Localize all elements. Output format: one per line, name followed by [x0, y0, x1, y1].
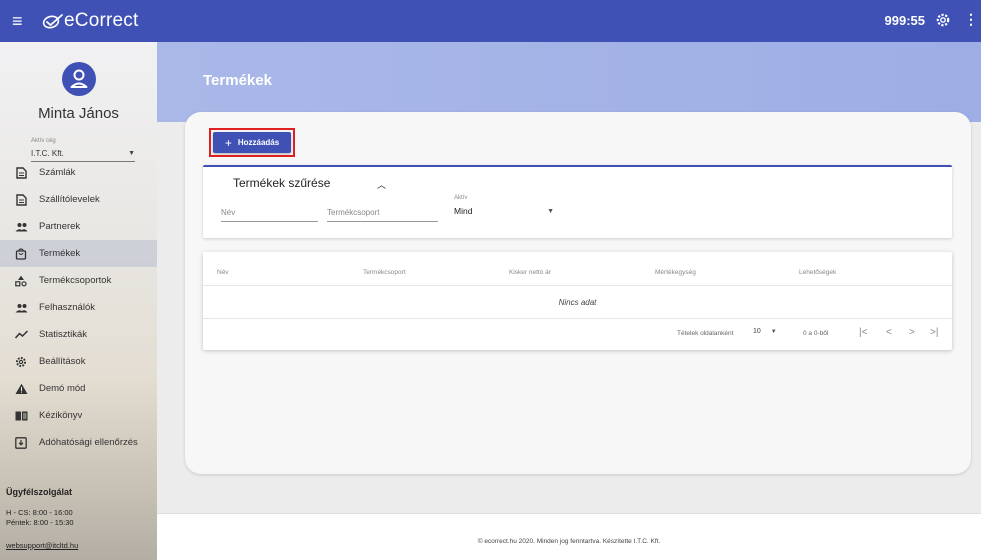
sidebar-item-label: Statisztikák [39, 329, 88, 340]
pagination-range: 0 a 0-ből [803, 330, 829, 337]
rows-per-page-label: Tételek oldalanként [677, 330, 734, 337]
sidebar-item-label: Kézikönyv [39, 410, 83, 421]
first-page-icon[interactable]: |< [859, 327, 867, 338]
document-icon [14, 193, 28, 207]
support-title: Ügyfélszolgálat [6, 487, 73, 497]
sidebar-item-partnerek[interactable]: Partnerek [0, 213, 157, 240]
footer-text: © ecorrect.hu 2020. Minden jog fenntartv… [477, 538, 661, 545]
sidebar-item-label: Partnerek [39, 221, 81, 232]
chevron-down-icon: ▼ [770, 328, 777, 335]
support-email-link[interactable]: websupport@itcltd.hu [6, 541, 78, 550]
sidebar-item-label: Beállítások [39, 356, 86, 367]
main-content: Termékek + Hozzáadás Termékek szűrése ︿ … [157, 42, 981, 560]
column-header[interactable]: Termékcsoport [363, 269, 406, 276]
name-filter-input[interactable]: Név [221, 208, 318, 222]
company-value: I.T.C. Kft. [31, 149, 64, 158]
sidebar-item-label: Termékek [39, 248, 81, 259]
column-header[interactable]: Mértékegység [655, 269, 696, 276]
gear-icon[interactable] [933, 10, 953, 30]
sidebar-item-adohatosagi-ellenorzes[interactable]: Adóhatósági ellenőrzés [0, 429, 157, 456]
active-filter-select[interactable]: Mind ▼ [454, 204, 554, 218]
app-name: eCorrect [64, 10, 139, 31]
footer: © ecorrect.hu 2020. Minden jog fenntartv… [157, 513, 981, 560]
sidebar-item-termekcsoportok[interactable]: Termékcsoportok [0, 267, 157, 294]
sidebar-item-label: Számlák [39, 167, 76, 178]
page-title: Termékek [203, 72, 272, 89]
sidebar-item-termekek[interactable]: Termékek [0, 240, 157, 267]
bag-icon [14, 247, 28, 261]
hamburger-icon[interactable]: ≡ [12, 12, 32, 30]
chevron-up-icon[interactable]: ︿ [377, 178, 386, 191]
more-vertical-icon[interactable]: ⋮ [964, 11, 978, 28]
sidebar-item-szallitolevelek[interactable]: Szállítólevelek [0, 186, 157, 213]
user-name: Minta János [38, 105, 119, 122]
session-timer: 999:55 [884, 13, 925, 28]
app-logo[interactable]: eCorrect [42, 10, 138, 32]
inbox-icon [14, 436, 28, 450]
add-button[interactable]: + Hozzáadás [213, 132, 291, 153]
filter-title: Termékek szűrése [233, 176, 331, 190]
sidebar-item-label: Szállítólevelek [39, 194, 100, 205]
column-header[interactable]: Kisker nettó ár [509, 269, 551, 276]
add-button-label: Hozzáadás [237, 138, 280, 147]
next-page-icon[interactable]: > [909, 327, 915, 338]
support-hours-weekdays: H - CS: 8:00 - 16:00 [6, 508, 73, 517]
header-band [157, 42, 981, 122]
sidebar: Minta János Aktív cég I.T.C. Kft. ▼ Szám… [0, 42, 157, 560]
sidebar-item-demo-mod[interactable]: Demó mód [0, 375, 157, 402]
avatar-icon[interactable] [62, 62, 96, 96]
chevron-down-icon: ▼ [547, 207, 554, 215]
sidebar-item-label: Demó mód [39, 383, 86, 394]
company-label: Aktív cég [31, 138, 56, 144]
prev-page-icon[interactable]: < [886, 327, 892, 338]
rows-per-page-select[interactable]: 10 ▼ [753, 328, 777, 335]
content-card: + Hozzáadás Termékek szűrése ︿ Név Termé… [185, 112, 971, 474]
divider [203, 318, 952, 319]
people-icon [14, 220, 28, 234]
warning-icon [14, 382, 28, 396]
plus-icon: + [224, 135, 232, 150]
last-page-icon[interactable]: >| [930, 327, 938, 338]
sidebar-item-kezikonyv[interactable]: Kézikönyv [0, 402, 157, 429]
sidebar-item-label: Adóhatósági ellenőrzés [39, 437, 138, 448]
people-icon [14, 301, 28, 315]
gear-icon [14, 355, 28, 369]
sidebar-nav: Számlák Szállítólevelek Partnerek Termék… [0, 159, 157, 456]
products-table: Név Termékcsoport Kisker nettó ár Mérték… [203, 252, 952, 350]
column-header[interactable]: Név [217, 269, 229, 276]
sidebar-item-felhasznalok[interactable]: Felhasználók [0, 294, 157, 321]
sidebar-item-label: Termékcsoportok [39, 275, 112, 286]
add-button-highlight: + Hozzáadás [209, 128, 295, 157]
support-hours-friday: Péntek: 8:00 - 15:30 [6, 518, 74, 527]
chevron-down-icon: ▼ [128, 150, 135, 157]
book-icon [14, 409, 28, 423]
filter-panel: Termékek szűrése ︿ Név Termékcsoport Akt… [203, 165, 952, 238]
sidebar-item-statisztikak[interactable]: Statisztikák [0, 321, 157, 348]
rows-per-page-value: 10 [753, 328, 761, 335]
category-icon [14, 274, 28, 288]
group-filter-input[interactable]: Termékcsoport [327, 208, 438, 222]
divider [203, 285, 952, 286]
active-filter-value: Mind [454, 206, 473, 216]
document-icon [14, 166, 28, 180]
top-app-bar: ≡ eCorrect 999:55 ⋮ [0, 0, 981, 42]
ecorrect-logo-icon [42, 14, 63, 29]
active-filter-label: Aktív [454, 195, 468, 201]
sidebar-item-beallitasok[interactable]: Beállítások [0, 348, 157, 375]
trend-icon [14, 328, 28, 342]
column-header: Lehetőségek [799, 269, 837, 276]
sidebar-item-label: Felhasználók [39, 302, 95, 313]
empty-message: Nincs adat [558, 298, 597, 307]
sidebar-item-szamlak[interactable]: Számlák [0, 159, 157, 186]
